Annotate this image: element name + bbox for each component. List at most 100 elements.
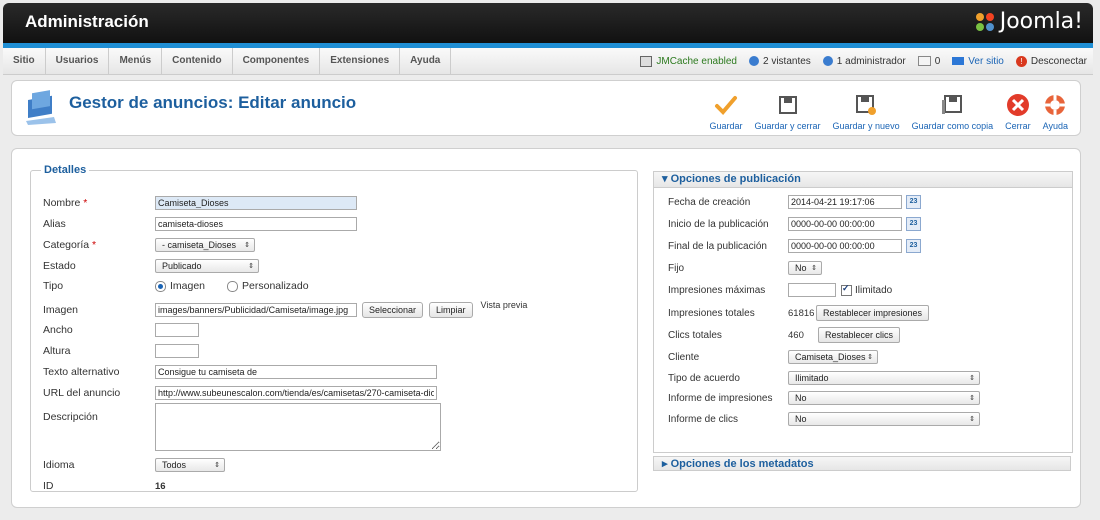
track-clicks-select[interactable]: No ⇕ <box>788 412 980 426</box>
radio-empty-icon <box>227 280 239 292</box>
alias-label: Alias <box>43 218 66 230</box>
id-label: ID <box>43 480 54 492</box>
publish-down-input[interactable] <box>788 239 902 253</box>
save-close-label: Guardar y cerrar <box>754 121 821 131</box>
width-input[interactable] <box>155 323 199 337</box>
menu-menus[interactable]: Menús <box>109 48 163 74</box>
calendar-icon[interactable]: 23 <box>906 217 921 231</box>
messages-status[interactable]: 0 <box>917 56 940 67</box>
reset-clicks-button[interactable]: Restablecer clics <box>818 327 901 343</box>
language-select[interactable]: Todos ⇕ <box>155 458 225 472</box>
select-arrows-icon: ⇕ <box>248 263 254 270</box>
name-label: Nombre * <box>43 197 155 209</box>
type-image-label: Imagen <box>170 280 206 292</box>
calendar-icon[interactable]: 23 <box>906 195 921 209</box>
select-image-button[interactable]: Seleccionar <box>362 302 424 318</box>
save-copy-label: Guardar como copia <box>911 121 994 131</box>
name-input[interactable] <box>155 196 357 210</box>
alt-text-input[interactable] <box>155 365 437 379</box>
url-input[interactable] <box>155 386 437 400</box>
sticky-row: Fijo No ⇕ <box>668 261 822 275</box>
track-clicks-row: Informe de clics No ⇕ <box>668 412 980 426</box>
menu-sitio[interactable]: Sitio <box>3 48 46 74</box>
logout-link[interactable]: ! Desconectar <box>1015 55 1087 67</box>
menu-usuarios[interactable]: Usuarios <box>46 48 110 74</box>
description-textarea[interactable] <box>155 403 441 451</box>
radio-selected-icon <box>155 280 166 292</box>
help-button[interactable]: Ayuda <box>1037 87 1074 131</box>
publish-up-row: Inicio de la publicación 23 <box>668 217 921 231</box>
logout-label: Desconectar <box>1030 55 1087 67</box>
state-select[interactable]: Publicado ⇕ <box>155 259 259 273</box>
metadata-panel-header[interactable]: ▸ Opciones de los metadatos <box>653 456 1071 471</box>
select-arrows-icon: ⇕ <box>214 462 220 469</box>
alt-label: Texto alternativo <box>43 366 120 378</box>
save-close-button[interactable]: Guardar y cerrar <box>749 87 827 131</box>
select-arrows-icon: ⇕ <box>867 354 873 361</box>
metadata-title: Opciones de los metadatos <box>670 458 814 470</box>
state-label: Estado <box>43 260 76 272</box>
save-label: Guardar <box>709 121 743 131</box>
calendar-icon[interactable]: 23 <box>906 239 921 253</box>
select-arrows-icon: ⇕ <box>244 242 250 249</box>
category-value: - camiseta_Dioses <box>162 240 237 250</box>
image-path-input[interactable] <box>155 303 357 317</box>
unlimited-checkbox[interactable] <box>841 283 852 296</box>
menu-ayuda[interactable]: Ayuda <box>400 48 452 74</box>
image-preview-label: Vista previa <box>480 300 528 310</box>
screen-icon <box>952 57 965 65</box>
save-new-icon <box>856 95 877 115</box>
created-input[interactable] <box>788 195 902 209</box>
status-bar: JMCache enabled 2 vistantes 1 administra… <box>640 48 1087 74</box>
menu-extensiones[interactable]: Extensiones <box>320 48 401 74</box>
page-title: Gestor de anuncios: Editar anuncio <box>69 93 357 112</box>
check-icon <box>714 96 737 115</box>
save-copy-button[interactable]: Guardar como copia <box>906 87 1000 131</box>
cache-status[interactable]: JMCache enabled <box>640 55 737 67</box>
max-impressions-input[interactable] <box>788 283 836 297</box>
total-clicks-label: Clics totales <box>668 329 722 341</box>
visitors-status: 2 vistantes <box>748 56 811 67</box>
track-impressions-label: Informe de impresiones <box>668 392 773 404</box>
type-custom-radio[interactable]: Personalizado <box>227 280 309 292</box>
url-row: URL del anuncio <box>43 386 437 400</box>
alias-input[interactable] <box>155 217 357 231</box>
sticky-select[interactable]: No ⇕ <box>788 261 822 275</box>
save-button[interactable]: Guardar <box>703 87 748 131</box>
state-value: Publicado <box>162 261 202 271</box>
publish-up-input[interactable] <box>788 217 902 231</box>
lifebuoy-icon <box>1045 95 1066 115</box>
clear-image-button[interactable]: Limpiar <box>429 302 473 318</box>
required-mark: * <box>92 239 97 251</box>
reset-impressions-button[interactable]: Restablecer impresiones <box>816 305 930 321</box>
client-label: Cliente <box>668 351 700 363</box>
logout-icon: ! <box>1015 55 1027 67</box>
view-site-link[interactable]: Ver sitio <box>952 56 1004 67</box>
id-value: 16 <box>155 480 166 492</box>
banners-manager-icon <box>26 90 56 125</box>
admin-header: Administración Joomla! <box>3 3 1093 43</box>
language-value: Todos <box>162 460 187 470</box>
admins-status: 1 administrador <box>822 56 906 67</box>
category-select[interactable]: - camiseta_Dioses ⇕ <box>155 238 255 252</box>
close-label: Cerrar <box>1005 121 1031 131</box>
publishing-panel-header[interactable]: ▾ Opciones de publicación <box>654 172 1072 188</box>
admin-user-icon <box>822 56 833 66</box>
select-arrows-icon: ⇕ <box>969 416 975 423</box>
height-input[interactable] <box>155 344 199 358</box>
client-select[interactable]: Camiseta_Dioses ⇕ <box>788 350 878 364</box>
type-image-radio[interactable]: Imagen <box>155 280 205 292</box>
category-label: Categoría * <box>43 239 155 251</box>
close-button[interactable]: Cerrar <box>999 87 1037 131</box>
publish-down-label: Final de la publicación <box>668 240 767 252</box>
client-value: Camiseta_Dioses <box>795 352 866 362</box>
track-impressions-select[interactable]: No ⇕ <box>788 391 980 405</box>
joomla-logo[interactable]: Joomla! <box>974 9 1083 34</box>
menu-contenido[interactable]: Contenido <box>162 48 233 74</box>
menu-componentes[interactable]: Componentes <box>233 48 321 74</box>
details-legend: Detalles <box>44 164 87 176</box>
purchase-type-select[interactable]: Ilimitado ⇕ <box>788 371 980 385</box>
save-new-button[interactable]: Guardar y nuevo <box>827 87 906 131</box>
purchase-type-value: Ilimitado <box>795 373 829 383</box>
total-impressions-row: Impresiones totales 61816 Restablecer im… <box>668 305 930 321</box>
